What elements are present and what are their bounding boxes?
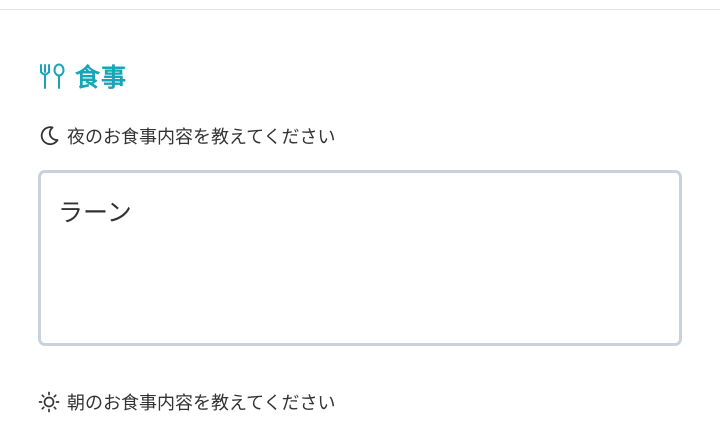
- sun-icon: [38, 391, 67, 413]
- fork-and-spoon-icon: [38, 62, 66, 90]
- breakfast-field-label: 朝のお食事内容を教えてください: [38, 390, 336, 414]
- dinner-field-label: 夜のお食事内容を教えてください: [38, 124, 336, 148]
- crescent-moon-icon: [38, 125, 67, 147]
- section-title: 食事: [75, 63, 128, 92]
- top-divider: [0, 9, 720, 10]
- breakfast-label-text: 朝のお食事内容を教えてください: [67, 393, 336, 414]
- dinner-label-text: 夜のお食事内容を教えてください: [67, 127, 336, 148]
- dinner-input[interactable]: ラーン: [38, 170, 682, 346]
- meals-section-header: 食事: [38, 58, 127, 94]
